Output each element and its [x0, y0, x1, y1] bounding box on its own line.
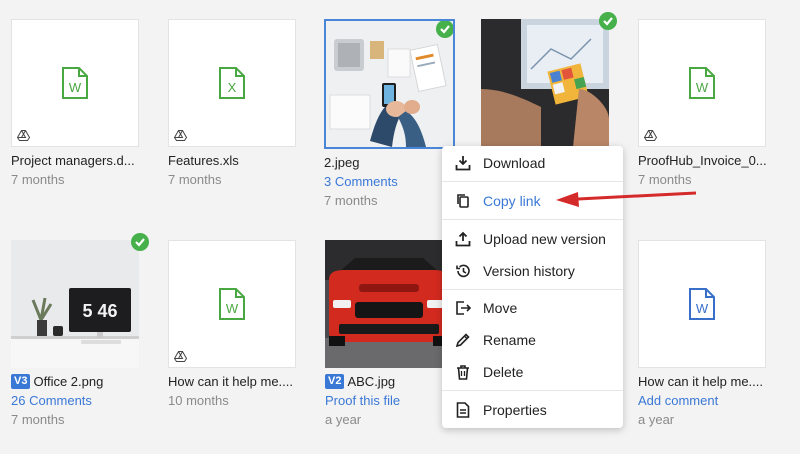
file-card[interactable]: 2.jpeg 3 Comments 7 months	[324, 19, 455, 208]
menu-item-label: Download	[483, 155, 546, 171]
file-age: a year	[638, 412, 675, 427]
file-card[interactable]: V2 ABC.jpg Proof this file a year	[325, 240, 455, 427]
file-name[interactable]: ProofHub_Invoice_0...	[638, 153, 768, 168]
file-age: 7 months	[638, 172, 692, 187]
menu-item-properties[interactable]: Properties	[442, 395, 623, 425]
menu-divider	[442, 219, 623, 220]
file-age: 7 months	[11, 172, 65, 187]
menu-item-delete[interactable]: Delete	[442, 357, 623, 387]
check-icon	[131, 233, 149, 251]
file-age: 7 months	[324, 193, 378, 208]
menu-item-label: Rename	[483, 332, 536, 348]
menu-item-upload-new-version[interactable]: Upload new version	[442, 224, 623, 254]
menu-divider	[442, 390, 623, 391]
file-card[interactable]: W ProofHub_Invoice_0... 7 months	[638, 19, 768, 187]
rubiks-cube-photo	[481, 19, 609, 147]
file-name[interactable]: How can it help me....	[638, 374, 768, 389]
version-badge: V3	[11, 374, 31, 389]
menu-item-label: Properties	[483, 402, 547, 418]
file-thumbnail[interactable]	[324, 19, 455, 149]
word-doc-icon: W	[219, 288, 245, 320]
file-thumbnail[interactable]: W	[168, 240, 296, 368]
file-name-row[interactable]: V2 ABC.jpg	[325, 374, 455, 389]
history-icon	[456, 264, 470, 278]
add-comment-link[interactable]: Add comment	[638, 393, 768, 408]
svg-text:X: X	[228, 80, 237, 95]
menu-item-move[interactable]: Move	[442, 293, 623, 323]
svg-text:W: W	[696, 301, 709, 316]
copy-icon	[457, 194, 469, 208]
file-thumbnail[interactable]: W	[638, 240, 766, 368]
file-card[interactable]: X Features.xls 7 months	[168, 19, 298, 187]
pencil-icon	[455, 333, 470, 348]
file-thumbnail[interactable]: W	[638, 19, 766, 147]
menu-item-label: Move	[483, 300, 518, 316]
check-icon	[436, 21, 453, 38]
file-thumbnail[interactable]	[325, 240, 453, 368]
menu-divider	[442, 289, 623, 290]
version-badge: V2	[325, 374, 345, 389]
google-drive-icon	[174, 351, 187, 362]
word-doc-blue-icon: W	[689, 288, 715, 320]
properties-icon	[456, 402, 470, 418]
svg-text:W: W	[69, 80, 82, 95]
file-age: 10 months	[168, 393, 229, 408]
comments-link[interactable]: 3 Comments	[324, 174, 454, 189]
menu-item-label: Copy link	[483, 193, 541, 209]
word-doc-icon: W	[62, 67, 88, 99]
clock-display: 5 46	[82, 301, 117, 321]
file-name[interactable]: Project managers.d...	[11, 153, 141, 168]
file-name[interactable]: Office 2.png	[33, 374, 103, 389]
office-workspace-photo: 5 46	[11, 240, 139, 368]
svg-text:W: W	[696, 80, 709, 95]
excel-doc-icon: X	[219, 67, 245, 99]
word-doc-icon: W	[689, 67, 715, 99]
menu-item-version-history[interactable]: Version history	[442, 256, 623, 286]
check-icon	[599, 12, 617, 30]
file-name[interactable]: 2.jpeg	[324, 155, 454, 170]
file-name[interactable]: How can it help me....	[168, 374, 298, 389]
upload-icon	[455, 231, 471, 247]
svg-text:W: W	[226, 301, 239, 316]
file-age: 7 months	[11, 412, 65, 427]
office-desk-photo	[326, 21, 453, 147]
file-card[interactable]: 5 46 V3 Office 2.png 26 Comments 7 month…	[11, 233, 149, 427]
menu-item-download[interactable]: Download	[442, 148, 623, 178]
file-age: a year	[325, 412, 362, 427]
menu-item-label: Delete	[483, 364, 524, 380]
file-name-row[interactable]: V3 Office 2.png	[11, 374, 141, 389]
file-thumbnail[interactable]	[481, 19, 609, 147]
trash-icon	[457, 365, 469, 380]
menu-item-rename[interactable]: Rename	[442, 325, 623, 355]
annotation-arrow	[556, 191, 697, 207]
red-car-photo	[325, 240, 453, 368]
file-thumbnail[interactable]: W	[11, 19, 139, 147]
move-icon	[456, 301, 471, 315]
file-thumbnail[interactable]: 5 46	[11, 240, 139, 368]
menu-item-label: Upload new version	[483, 231, 606, 247]
download-icon	[455, 156, 471, 171]
google-drive-icon	[17, 130, 30, 141]
menu-item-label: Version history	[483, 263, 575, 279]
google-drive-icon	[644, 130, 657, 141]
file-card[interactable]: W How can it help me.... 10 months	[168, 240, 298, 408]
file-card[interactable]: W Project managers.d... 7 months	[11, 19, 141, 187]
file-thumbnail[interactable]: X	[168, 19, 296, 147]
google-drive-icon	[174, 130, 187, 141]
proof-link[interactable]: Proof this file	[325, 393, 455, 408]
comments-link[interactable]: 26 Comments	[11, 393, 141, 408]
file-name[interactable]: Features.xls	[168, 153, 298, 168]
file-age: 7 months	[168, 172, 222, 187]
file-card[interactable]: W How can it help me.... Add comment a y…	[638, 240, 768, 427]
menu-divider	[442, 181, 623, 182]
file-card[interactable]	[481, 12, 617, 147]
file-name[interactable]: ABC.jpg	[347, 374, 395, 389]
